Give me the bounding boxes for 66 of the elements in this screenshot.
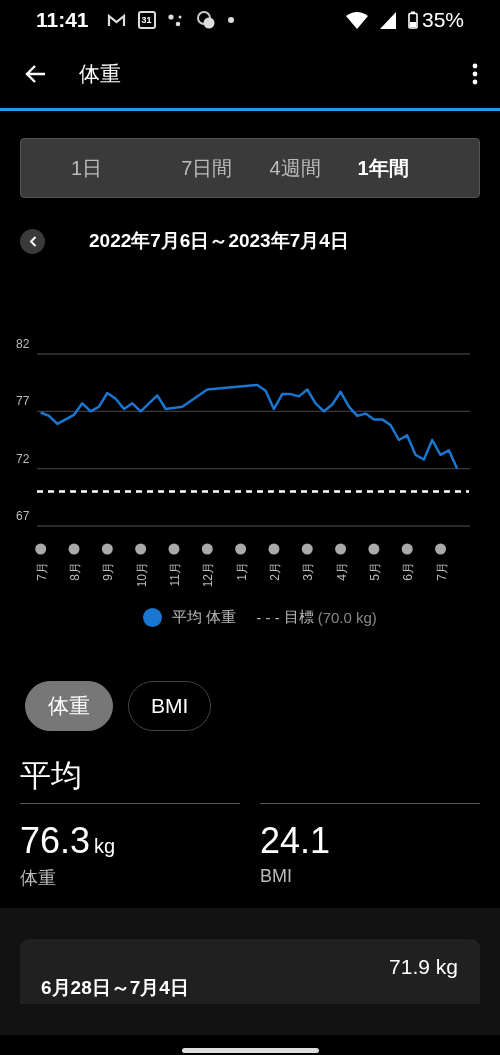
month-dot <box>368 543 380 555</box>
month-dot <box>435 543 447 555</box>
stat-unit: kg <box>94 835 116 857</box>
month-label: 5月 <box>367 562 382 581</box>
month-dot <box>235 543 247 555</box>
legend-label: 目標 <box>283 608 314 627</box>
stat-label: BMI <box>260 866 293 887</box>
week-card[interactable]: 6月28日～7月4日 71.9 kg <box>20 939 480 1004</box>
month-label: 7月 <box>34 562 49 581</box>
range-tab[interactable]: 7日間 <box>181 150 270 186</box>
month-dot <box>301 543 313 555</box>
date-range: 2022年7月6日～2023年7月4日 <box>89 229 349 253</box>
month-label: 1月 <box>234 562 249 581</box>
week-weight: 71.9 kg <box>389 955 458 980</box>
metric-chip[interactable]: BMI <box>128 681 212 731</box>
battery-icon <box>407 11 418 29</box>
stat-value: 24.1 <box>260 820 331 861</box>
month-label: 7月 <box>434 562 449 581</box>
month-label: 9月 <box>101 562 116 581</box>
month-dot <box>268 543 280 555</box>
stat-value: 76.3 <box>20 820 91 861</box>
dots-icon <box>167 13 184 27</box>
month-dot <box>201 543 213 555</box>
weather-icon <box>195 10 216 30</box>
month-dot <box>335 543 347 555</box>
goal-value: (70.0 kg) <box>317 609 377 626</box>
chevron-left-icon <box>28 235 37 247</box>
calendar-icon: 31 <box>137 11 156 29</box>
previous-button[interactable] <box>20 228 45 254</box>
month-label: 12月 <box>201 562 216 588</box>
more-menu-icon[interactable] <box>472 63 478 85</box>
month-dot <box>168 543 180 555</box>
month-label: 4月 <box>334 562 349 581</box>
range-tab[interactable]: 1年間 <box>357 150 459 186</box>
month-label: 11月 <box>168 562 182 587</box>
metric-chip[interactable]: 体重 <box>25 681 113 731</box>
month-label: 8月 <box>68 562 82 581</box>
y-tick-label: 82 <box>16 337 30 351</box>
section-heading: 平均 <box>20 755 240 804</box>
dot-icon <box>227 17 234 23</box>
y-tick-label: 77 <box>16 394 30 409</box>
range-tab[interactable]: 4週間 <box>269 150 358 186</box>
home-handle[interactable] <box>181 1048 319 1053</box>
mail-icon <box>106 12 126 28</box>
back-arrow-icon[interactable] <box>24 64 46 84</box>
y-tick-label: 72 <box>16 451 30 466</box>
month-dot <box>401 543 413 555</box>
range-tab[interactable]: 1日 <box>71 150 182 186</box>
dashed-line-icon: - - - <box>256 609 280 626</box>
week-range: 6月28日～7月4日 <box>41 976 189 1000</box>
month-dot <box>135 543 147 555</box>
wifi-icon <box>345 11 368 29</box>
month-label: 6月 <box>401 562 416 581</box>
signal-icon <box>379 11 396 29</box>
month-dot <box>68 543 80 555</box>
month-dot <box>35 543 47 555</box>
month-label: 2月 <box>267 562 282 581</box>
y-tick-label: 67 <box>16 509 30 523</box>
screen-title: 体重 <box>79 61 122 87</box>
month-dot <box>101 543 113 555</box>
stat-label: 体重 <box>20 867 57 890</box>
month-label: 10月 <box>134 562 149 588</box>
battery-percent: 35% <box>421 8 464 32</box>
clock-time: 11:41 <box>36 8 89 32</box>
legend-label: 平均 体重 <box>172 608 237 627</box>
month-label: 3月 <box>301 562 316 581</box>
